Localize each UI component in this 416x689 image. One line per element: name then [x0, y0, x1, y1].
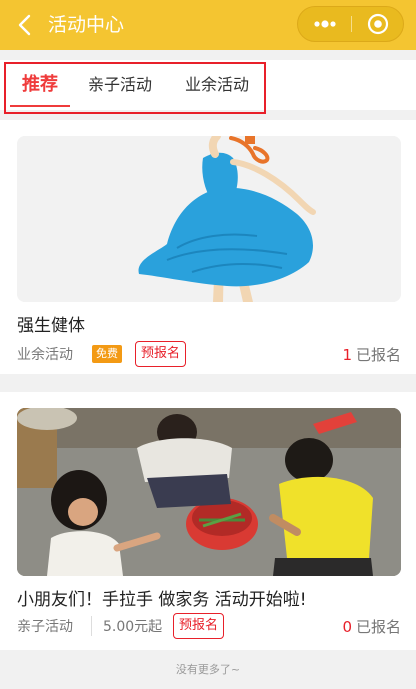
- activity-card[interactable]: 小朋友们！手拉手 做家务 活动开始啦! 亲子活动 5.00元起 预报名 0 已报名: [0, 392, 416, 650]
- page-title: 活动中心: [48, 14, 125, 36]
- more-dots-icon[interactable]: [298, 7, 351, 41]
- signup-count: 1 已报名: [342, 344, 401, 365]
- signup-suffix: 已报名: [355, 346, 401, 364]
- activity-image[interactable]: [17, 408, 401, 576]
- activity-meta: 业余活动 免费 预报名 1 已报名: [17, 340, 401, 368]
- activity-card[interactable]: 强生健体 业余活动 免费 预报名 1 已报名: [0, 120, 416, 374]
- capsule-menu: [297, 6, 404, 42]
- target-icon[interactable]: [352, 7, 405, 41]
- chevron-left-icon[interactable]: [12, 12, 38, 38]
- activity-category: 亲子活动: [17, 619, 73, 635]
- activity-image[interactable]: [17, 136, 401, 302]
- tab-active-indicator: [10, 105, 70, 107]
- activity-meta: 亲子活动 5.00元起 预报名 0 已报名: [17, 612, 401, 640]
- activity-category: 业余活动: [17, 347, 73, 363]
- activity-title[interactable]: 小朋友们！手拉手 做家务 活动开始啦!: [17, 585, 307, 610]
- list-end-text: 没有更多了~: [175, 663, 241, 676]
- children-photo: [17, 408, 401, 576]
- signup-number: 0: [342, 618, 352, 636]
- tab-bar: 推荐 亲子活动 业余活动: [0, 60, 416, 110]
- header-bar: 活动中心: [0, 0, 416, 50]
- ballerina-illustration: [17, 136, 401, 302]
- pre-signup-badge[interactable]: 预报名: [173, 613, 225, 639]
- pre-signup-badge[interactable]: 预报名: [135, 341, 187, 367]
- free-badge: 免费: [92, 345, 122, 363]
- activity-price: 5.00元起: [103, 619, 163, 635]
- meta-divider: [91, 616, 92, 636]
- signup-count: 0 已报名: [342, 616, 401, 637]
- tab-amateur[interactable]: 业余活动: [176, 60, 258, 106]
- signup-number: 1: [342, 346, 352, 364]
- tab-recommend[interactable]: 推荐: [10, 60, 70, 106]
- signup-suffix: 已报名: [355, 618, 401, 636]
- activity-title[interactable]: 强生健体: [17, 311, 85, 336]
- tab-parent-child[interactable]: 亲子活动: [80, 60, 160, 106]
